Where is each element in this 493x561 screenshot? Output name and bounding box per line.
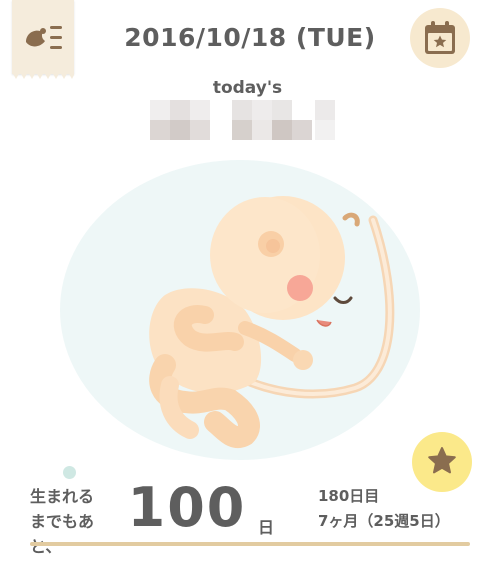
calendar-button[interactable]: [410, 8, 470, 68]
star-icon: [428, 447, 456, 474]
pixelated-message: [150, 100, 355, 142]
until-birth-label: 生まれる までもあと、: [30, 484, 120, 559]
tab-zigzag-edge: [12, 72, 74, 79]
pregnancy-day-number: 180日目: [318, 487, 380, 505]
pregnancy-month-week: 7ヶ月（25週5日）: [318, 512, 450, 530]
divider-line: [30, 542, 470, 546]
calendar-star-icon: [425, 21, 455, 54]
until-birth-label-line1: 生まれる: [30, 487, 95, 506]
favorite-button[interactable]: [412, 432, 472, 492]
menu-button[interactable]: [12, 0, 74, 79]
until-birth-label-line2: までもあと、: [30, 512, 95, 556]
days-remaining: 100: [127, 476, 247, 539]
menu-list-icon: [26, 26, 62, 49]
fetus-illustration: [60, 160, 420, 460]
pregnancy-day-info: 180日目 7ヶ月（25週5日）: [318, 484, 493, 534]
days-unit: 日: [258, 518, 275, 537]
indicator-dot: [63, 466, 76, 479]
date-title: 2016/10/18 (TUE): [124, 23, 376, 52]
today-label: today's: [212, 78, 283, 98]
